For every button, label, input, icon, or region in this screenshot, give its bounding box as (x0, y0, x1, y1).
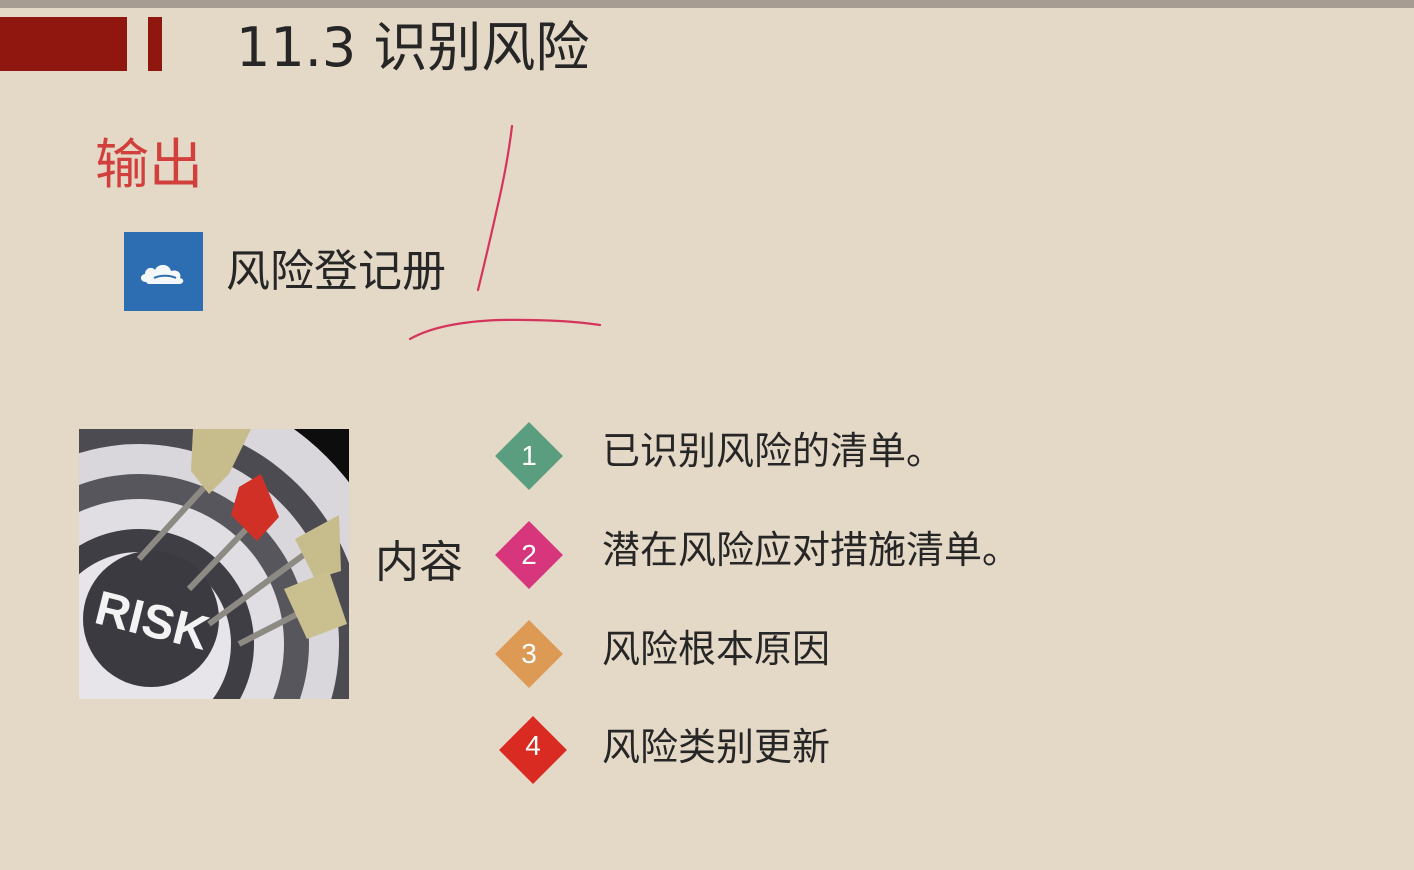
item-text: 已识别风险的清单。 (602, 429, 945, 473)
risk-target-image: RISK (79, 429, 349, 699)
risk-register-label: 风险登记册 (226, 246, 446, 297)
item-text: 潜在风险应对措施清单。 (602, 528, 1021, 572)
item-text: 风险类别更新 (602, 725, 831, 769)
item-number: 3 (521, 638, 537, 669)
list-item: 4 风险类别更新 (495, 714, 1095, 786)
content-label: 内容 (375, 537, 463, 588)
item-number: 4 (525, 730, 541, 761)
title-accent-block (0, 17, 127, 71)
slide-title: 11.3 识别风险 (236, 16, 590, 79)
list-item: 1 已识别风险的清单。 (495, 420, 1095, 492)
cloud-icon (124, 232, 203, 311)
title-accent-line (148, 17, 162, 71)
item-number: 2 (521, 539, 537, 570)
item-text: 风险根本原因 (602, 627, 831, 671)
section-title-output: 输出 (95, 133, 203, 196)
item-number: 1 (521, 440, 537, 471)
list-item: 2 潜在风险应对措施清单。 (495, 519, 1095, 591)
list-item: 3 风险根本原因 (495, 618, 1095, 690)
top-border (0, 0, 1414, 8)
